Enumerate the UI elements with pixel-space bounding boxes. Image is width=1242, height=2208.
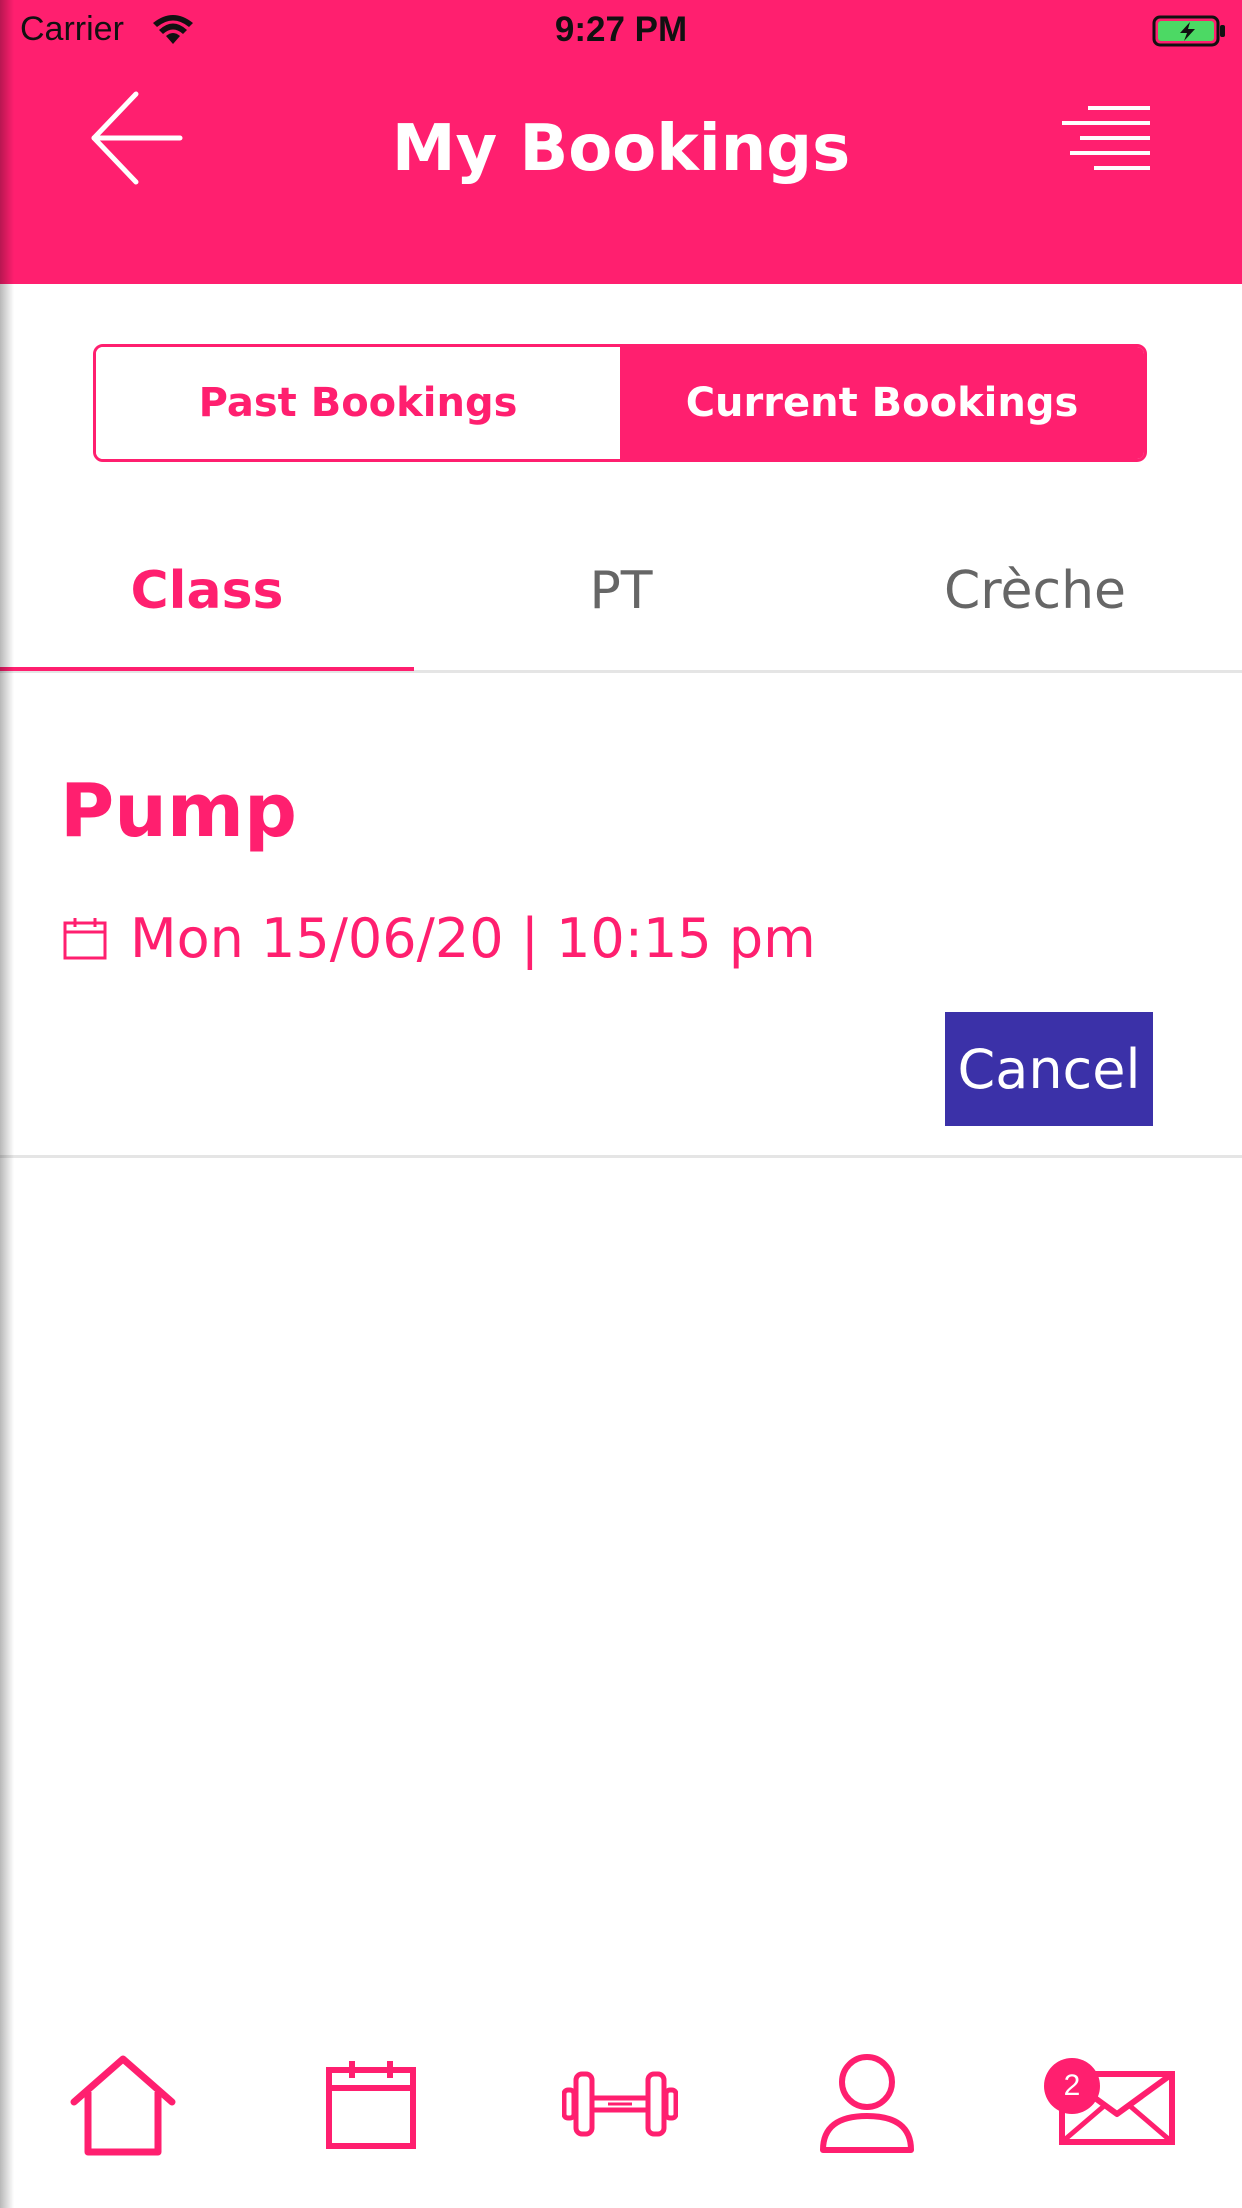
nav-profile-button[interactable] xyxy=(818,2052,916,2160)
tab-creche[interactable]: Crèche xyxy=(828,510,1242,672)
dumbbell-icon xyxy=(561,2071,679,2137)
booking-date-row: Mon 15/06/20 | 10:15 pm xyxy=(62,906,816,970)
past-bookings-button[interactable]: Past Bookings xyxy=(96,347,620,459)
tab-pt[interactable]: PT xyxy=(414,510,828,672)
menu-button[interactable] xyxy=(1058,104,1154,174)
booking-type-tabs: Class PT Crèche xyxy=(0,510,1242,672)
messages-badge: 2 xyxy=(1044,2058,1100,2114)
calendar-icon xyxy=(326,2061,416,2149)
edge-shadow xyxy=(0,0,14,2208)
clock-label: 9:27 PM xyxy=(554,10,688,49)
current-bookings-button[interactable]: Current Bookings xyxy=(620,347,1144,459)
cancel-booking-button[interactable]: Cancel xyxy=(945,1012,1153,1126)
nav-home-button[interactable] xyxy=(70,2054,176,2162)
status-bar: Carrier 9:27 PM xyxy=(0,0,1242,62)
page-title: My Bookings xyxy=(391,112,851,186)
hamburger-menu-icon xyxy=(1062,106,1150,170)
booking-datetime: Mon 15/06/20 | 10:15 pm xyxy=(130,906,816,970)
active-tab-indicator xyxy=(0,667,414,671)
nav-calendar-button[interactable] xyxy=(324,2058,418,2154)
booking-divider xyxy=(0,1155,1242,1158)
app-header: Carrier 9:27 PM My Bookings xyxy=(0,0,1242,284)
booking-period-toggle: Past Bookings Current Bookings xyxy=(93,344,1147,462)
home-icon xyxy=(70,2055,176,2156)
booking-title: Pump xyxy=(60,768,297,854)
battery-charging-icon xyxy=(1152,14,1228,52)
profile-icon xyxy=(820,2054,914,2153)
calendar-icon xyxy=(63,918,107,960)
tab-class[interactable]: Class xyxy=(0,510,414,672)
nav-workout-button[interactable] xyxy=(561,2066,679,2146)
